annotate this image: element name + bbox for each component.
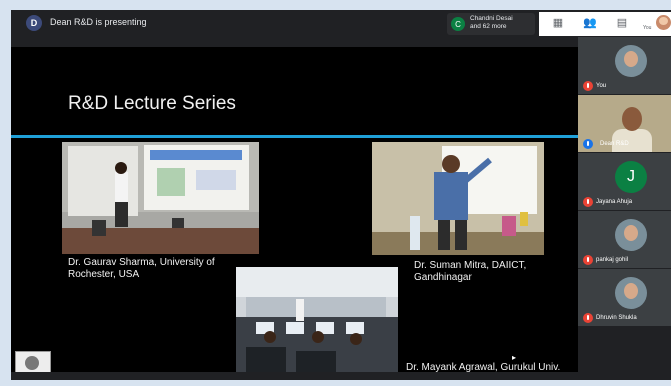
chip-avatar: C	[451, 17, 465, 31]
institute-logo	[15, 351, 51, 372]
top-bar: D Dean R&D is presenting C Chandni Desai…	[11, 10, 671, 37]
avatar: J	[615, 161, 647, 193]
avatar	[615, 45, 647, 77]
lecture-photo-3	[236, 267, 398, 372]
meeting-window: D Dean R&D is presenting C Chandni Desai…	[11, 10, 671, 380]
avatar	[615, 277, 647, 309]
participant-name: Dhruvin Shukla	[596, 315, 637, 321]
people-icon[interactable]: 👥	[581, 16, 599, 30]
participant-name: You	[596, 83, 607, 89]
presenting-banner: Dean R&D is presenting	[50, 17, 147, 27]
participant-name: Jayana Ahuja	[596, 199, 633, 205]
participants-chip[interactable]: C Chandni Desai and 62 more	[447, 13, 535, 35]
slide-divider	[11, 135, 578, 138]
participant-name: pankaj gohil	[596, 257, 629, 263]
caption-1-line1: Dr. Gaurav Sharma, University of	[68, 257, 215, 268]
chip-primary-name: Chandni Desai	[470, 15, 513, 22]
mic-muted-icon	[583, 313, 593, 323]
participant-tiles: You Dean R&D J Jayana Ahuja pankaj gohil…	[578, 37, 671, 380]
toolbar: ▦ 👥 ▤ You	[539, 12, 671, 36]
slide-title: R&D Lecture Series	[68, 93, 236, 114]
caption-2-line2: Gandhinagar	[414, 272, 472, 283]
speaking-indicator-icon	[583, 139, 593, 149]
participant-tile-pankaj[interactable]: pankaj gohil	[578, 211, 671, 269]
caption-1-line2: Rochester, USA	[68, 269, 140, 280]
participant-name: Dean R&D	[600, 141, 629, 147]
presentation-slide: R&D Lecture Series Dr. Gaurav Sharma, Un…	[11, 47, 578, 372]
participant-tile-jayana[interactable]: J Jayana Ahuja	[578, 153, 671, 211]
self-avatar[interactable]	[656, 15, 671, 30]
lecture-photo-2	[372, 142, 544, 255]
participant-tile-dhruvin[interactable]: Dhruvin Shukla	[578, 269, 671, 327]
mic-muted-icon	[583, 255, 593, 265]
presenter-avatar: D	[26, 15, 42, 31]
grid-layout-icon[interactable]: ▦	[549, 16, 567, 30]
lecture-photo-1	[62, 142, 259, 254]
avatar	[615, 219, 647, 251]
chip-more-count: and 62 more	[470, 23, 507, 30]
self-label: You	[643, 25, 652, 31]
mic-muted-icon	[583, 81, 593, 91]
caption-2-line1: Dr. Suman Mitra, DAIICT,	[414, 260, 527, 271]
chat-icon[interactable]: ▤	[613, 16, 631, 30]
caption-3-line1: Dr. Mayank Agrawal, Gurukul Univ.	[406, 362, 561, 372]
mouse-cursor-icon: ▸	[512, 353, 517, 362]
participant-tile-you[interactable]: You	[578, 37, 671, 95]
participant-tile-dean-rd[interactable]: Dean R&D	[578, 95, 671, 153]
mic-muted-icon	[583, 197, 593, 207]
